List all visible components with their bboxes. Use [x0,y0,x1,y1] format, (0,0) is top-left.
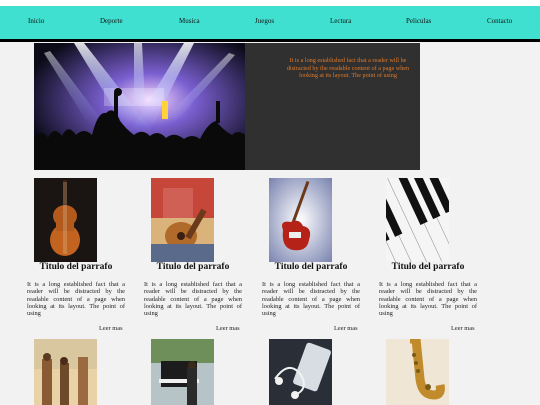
nav-lectura[interactable]: Lectura [330,17,351,25]
piano-keys-image [386,178,449,262]
card-title: Titulo del parrafo [391,262,465,272]
card-title: Titulo del parrafo [274,262,348,272]
cello-image [34,178,97,262]
main-nav: Inicio Deporte Musica Juegos Lectura Pel… [0,6,540,39]
concert-hero-image [34,43,245,170]
street-piano-image [151,339,214,405]
acoustic-guitar-image [151,178,214,262]
headphones-phone-image [269,339,332,405]
read-more-link[interactable]: Leer mas [216,325,240,332]
read-more-link[interactable]: Leer mas [451,325,475,332]
card-title: Titulo del parrafo [39,262,113,272]
saxophone-image [386,339,449,405]
nav-contacto[interactable]: Contacto [487,17,512,25]
nav-musica[interactable]: Musica [179,17,200,25]
nav-peliculas[interactable]: Peliculas [406,17,431,25]
nav-inicio[interactable]: Inicio [28,17,44,25]
card-description: It is a long established fact that a rea… [262,281,360,318]
street-musicians-image [34,339,97,405]
read-more-link[interactable]: Leer mas [334,325,358,332]
card-description: It is a long established fact that a rea… [144,281,242,318]
hero-description: It is a long established fact that a rea… [286,57,410,79]
card-description: It is a long established fact that a rea… [27,281,125,318]
nav-underline [0,39,540,42]
card-title: Titulo del parrafo [156,262,230,272]
card-description: It is a long established fact that a rea… [379,281,477,318]
read-more-link[interactable]: Leer mas [99,325,123,332]
nav-juegos[interactable]: Juegos [255,17,274,25]
nav-deporte[interactable]: Deporte [100,17,123,25]
electric-guitar-image [269,178,332,262]
